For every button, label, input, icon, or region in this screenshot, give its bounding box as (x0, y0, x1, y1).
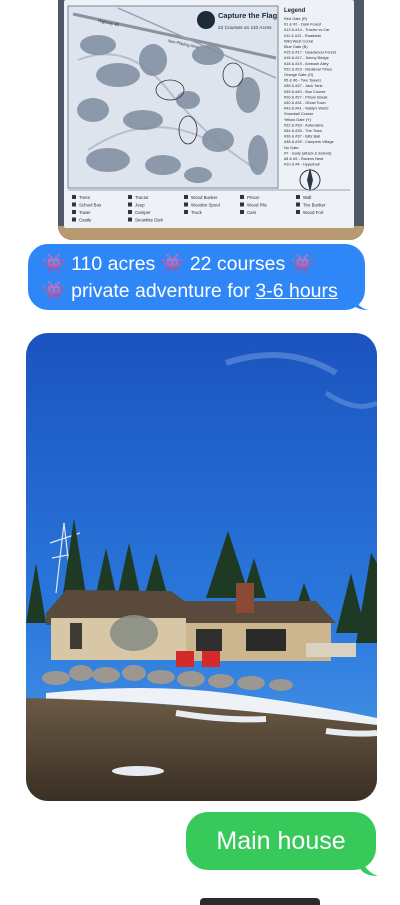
legend-item: #10 & #4 - Hyperball (284, 162, 320, 167)
alien-monster-icon: 👾 (42, 254, 66, 275)
legend-item: Yellow Gate (Y) (284, 117, 312, 122)
alien-monster-icon: 👾 (42, 281, 66, 302)
alien-monster-icon: 👾 (290, 254, 315, 275)
map-title: Capture the Flag (218, 11, 278, 20)
svg-text:Wood Bunker: Wood Bunker (191, 195, 218, 200)
legend-item: Snowball Course (284, 111, 313, 116)
bubble-tail-blue (352, 290, 368, 310)
legend-item: Orange Gate (O) (284, 72, 314, 77)
legend-item: #38 & #39 - Campers Village (284, 139, 334, 144)
legend-item: #16 & #17 - Jimmy Bridge (284, 55, 329, 60)
house-photo[interactable] (26, 333, 377, 801)
svg-text:Truck: Truck (191, 210, 203, 215)
svg-text:Camper: Camper (135, 210, 151, 215)
legend-item: #11 & #12 - Roadside (284, 33, 321, 38)
legend-item: #26 & #27 - Prison Break (284, 94, 328, 99)
legend-item: #30 & #31 - Ghost Town (284, 100, 326, 105)
svg-text:School Bus: School Bus (79, 203, 102, 208)
legend-item: #5 & #6 - Two Towers (284, 78, 321, 83)
logo-icon (197, 11, 215, 29)
svg-text:Tractor: Tractor (135, 195, 149, 200)
adventure-text: private adventure for (71, 280, 250, 302)
legend-item: Red Gate (R) (284, 16, 308, 21)
message-bubble-outgoing[interactable]: Main house (186, 812, 376, 870)
legend-item: #34 & #35 - The Town (284, 128, 322, 133)
svg-text:Prison: Prison (247, 195, 260, 200)
svg-text:Jeep: Jeep (135, 203, 145, 208)
legend-item: #36 & #37 - Blitz Ball (284, 134, 320, 139)
map-photo[interactable]: Capture the Flag 22 Courses on 110 Acres… (58, 0, 364, 240)
legend-item: #8 & #9 - Ravens Nest (284, 156, 324, 161)
legend-item: #13 & #14 - Tractor vs Car (284, 27, 330, 32)
svg-text:Cars: Cars (247, 210, 257, 215)
legend-item: #15 & #17 - Deadwood Forest (284, 50, 337, 55)
legend-item: #22 & #23 - Medieval Times (284, 66, 332, 71)
svg-text:Wooden Spool: Wooden Spool (191, 203, 220, 208)
legend-item: #7 - Gully (attack & defend) (284, 150, 332, 155)
legend-item: #32 & #33 - Adrenaline (284, 122, 324, 127)
alien-monster-icon: 👾 (160, 254, 185, 275)
svg-text:Castle: Castle (79, 218, 92, 223)
legend-item: #38 & #37 - Jack Tank (284, 83, 322, 88)
message-text: Main house (216, 827, 346, 855)
svg-text:Wood Pile: Wood Pile (247, 203, 267, 208)
legend-item: #43 & #41 - Wally's World (284, 106, 328, 111)
svg-text:Wall: Wall (303, 195, 311, 200)
duration-link[interactable]: 3-6 hours (255, 280, 337, 302)
acres-text: 110 acres (71, 253, 156, 275)
svg-text:Wood Fort: Wood Fort (303, 210, 324, 215)
message-bubble-incoming[interactable]: 👾 110 acres 👾 22 courses 👾 👾 private adv… (28, 244, 365, 310)
svg-text:Trees: Trees (79, 195, 91, 200)
legend-item: #39 & #40 - Bus Course (284, 89, 326, 94)
svg-text:Tower: Tower (79, 210, 91, 215)
red-chair (202, 651, 220, 667)
bubble-tail-green (360, 852, 378, 876)
legend-title: Legend (284, 8, 306, 14)
map-subtitle: 22 Courses on 110 Acres (218, 25, 272, 31)
legend-item: #18 & #19 - Ambush Alley (284, 61, 329, 66)
legend-item: Blue Gate (B) (284, 44, 308, 49)
next-attachment-preview (200, 898, 320, 905)
svg-text:Tire Bunker: Tire Bunker (303, 203, 326, 208)
legend-item: Wild West Corral (284, 38, 313, 43)
legend-item: No Gate (284, 145, 299, 150)
svg-text:Snowbite Dish: Snowbite Dish (135, 218, 164, 223)
red-chair (176, 651, 194, 667)
courses-text: 22 courses (189, 253, 286, 275)
legend-item: #1 & #2 - Dark Forest (284, 22, 322, 27)
